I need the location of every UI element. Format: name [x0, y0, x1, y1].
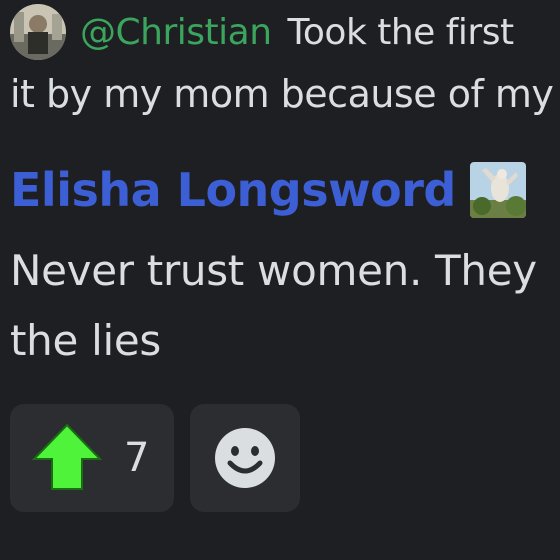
avatar-photo-icon — [10, 4, 66, 60]
message-content: Never trust women. They the lies — [10, 236, 560, 376]
message-line: Never trust women. They — [10, 246, 537, 295]
add-reaction-button[interactable] — [190, 404, 300, 512]
message-view: @Christian Took the first it by my mom b… — [0, 0, 560, 560]
reply-text[interactable]: Took the first — [288, 12, 515, 53]
message-author[interactable]: Elisha Longsword — [10, 163, 456, 217]
statue-image-icon[interactable] — [469, 162, 526, 218]
message-line: the lies — [10, 316, 161, 365]
reply-author[interactable]: @Christian — [80, 12, 272, 53]
reaction-bar: 7 — [10, 404, 300, 512]
reply-text-continued[interactable]: it by my mom because of my g — [10, 72, 560, 116]
message-header: Elisha Longsword — [10, 162, 526, 218]
green-up-arrow-icon — [32, 423, 102, 490]
reply-preview[interactable]: @Christian Took the first — [10, 4, 514, 60]
upvote-reaction[interactable]: 7 — [10, 404, 174, 512]
add-reaction-smiley-icon — [215, 428, 275, 488]
reply-avatar[interactable] — [10, 4, 66, 60]
reaction-count: 7 — [124, 435, 150, 481]
